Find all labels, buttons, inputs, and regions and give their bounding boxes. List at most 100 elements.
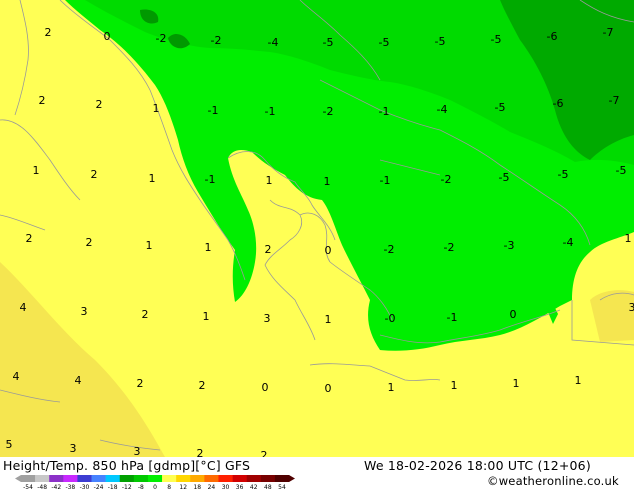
- color-scale-swatch: [133, 475, 149, 482]
- color-scale-tick: 24: [208, 484, 216, 490]
- temperature-label: -2: [441, 173, 452, 186]
- credit-link[interactable]: ©weatheronline.co.uk: [487, 474, 619, 488]
- temperature-label: 3: [629, 301, 634, 314]
- color-scale-bar: -54 -48 -42 -38 -30 -24 -18 -12 -8 0 8 12 18 24 30 36 42…: [15, 475, 295, 490]
- temperature-label: -5: [558, 168, 569, 181]
- temperature-label: 1: [388, 381, 395, 394]
- color-scale-tick: 30: [222, 484, 230, 490]
- temperature-label: -2: [444, 241, 455, 254]
- temperature-label: 1: [625, 232, 632, 245]
- color-scale-tick: -24: [94, 484, 104, 490]
- temperature-label: -6: [547, 30, 558, 43]
- color-scale-swatch: [35, 475, 50, 482]
- color-scale-tick: -18: [108, 484, 118, 490]
- temperature-label: 3: [134, 445, 141, 457]
- temperature-label: -5: [379, 36, 390, 49]
- color-scale-swatch: [105, 475, 121, 482]
- color-scale-swatch: [218, 475, 233, 482]
- temperature-label: 0: [325, 382, 332, 395]
- temperature-label: -2: [384, 243, 395, 256]
- temperature-label: 1: [325, 313, 332, 326]
- temperature-label: -7: [609, 94, 620, 107]
- color-scale-tick: -8: [138, 484, 144, 490]
- color-scale-tick: 0: [153, 484, 157, 490]
- temperature-label: -5: [495, 101, 506, 114]
- temperature-label: -4: [437, 103, 448, 116]
- color-scale-tick: 54: [278, 484, 286, 490]
- temperature-label: 1: [451, 379, 458, 392]
- temperature-label: -5: [616, 164, 627, 177]
- color-scale-swatch: [232, 475, 247, 482]
- temperature-label: 1: [205, 241, 212, 254]
- temperature-label: -7: [603, 26, 614, 39]
- temperature-label: 3: [81, 305, 88, 318]
- temperature-label: 2: [199, 379, 206, 392]
- temperature-label: -1: [379, 105, 390, 118]
- color-scale-swatch: [49, 475, 64, 482]
- color-scale-swatch: [91, 475, 106, 482]
- temperature-label: 4: [13, 370, 20, 383]
- temperature-label: 2: [96, 98, 103, 111]
- temperature-label: -2: [211, 34, 222, 47]
- temperature-label: 2: [197, 447, 204, 457]
- color-scale-tick: 12: [179, 484, 187, 490]
- temperature-label: -1: [205, 173, 216, 186]
- temperature-label: -4: [268, 36, 279, 49]
- temperature-label: 2: [142, 308, 149, 321]
- color-scale-swatch: [260, 475, 276, 482]
- temperature-label: 3: [70, 442, 77, 455]
- temperature-label: 2: [86, 236, 93, 249]
- color-scale-swatch: [162, 475, 177, 482]
- scale-arrow-left: [15, 475, 21, 482]
- temperature-label: 2: [261, 449, 268, 457]
- temperature-label: -4: [563, 236, 574, 249]
- color-scale-swatch: [63, 475, 78, 482]
- color-scale-tick: -30: [80, 484, 90, 490]
- temperature-label: -5: [499, 171, 510, 184]
- temperature-label: -2: [156, 32, 167, 45]
- color-scale-tick: -12: [122, 484, 132, 490]
- temperature-label: 3: [264, 312, 271, 325]
- temperature-label: 2: [91, 168, 98, 181]
- color-scale-swatch: [176, 475, 191, 482]
- temperature-label: -2: [323, 105, 334, 118]
- temperature-label: 2: [45, 26, 52, 39]
- color-scale-swatch: [21, 475, 36, 482]
- color-scale-swatch: [246, 475, 262, 482]
- color-scale-tick: 8: [167, 484, 171, 490]
- color-scale-swatch: [77, 475, 92, 482]
- temperature-label: 5: [6, 438, 13, 451]
- color-scale-swatch: [190, 475, 205, 482]
- temperature-label: 1: [146, 239, 153, 252]
- temperature-label: 1: [324, 175, 331, 188]
- footer-bar: Height/Temp. 850 hPa [gdmp][°C] GFS We 1…: [0, 457, 634, 490]
- color-scale-tick: -42: [51, 484, 61, 490]
- temperature-label: -5: [435, 35, 446, 48]
- temperature-label: 1: [153, 102, 160, 115]
- temperature-label: 4: [20, 301, 27, 314]
- weather-map-view: 2 0 -2 -2 -4 -5 -5 -5 -5 -6 -7 2 2 1 -1 -1 -2 -1 -4 -5 -6 -7 1…: [0, 0, 634, 490]
- temperature-label: 1: [513, 377, 520, 390]
- temperature-label: 0: [262, 381, 269, 394]
- color-scale-swatch: [119, 475, 135, 482]
- color-scale-swatch: [147, 475, 163, 482]
- color-scale-tick: -48: [37, 484, 47, 490]
- temperature-label: -1: [265, 105, 276, 118]
- color-scale-tick: 42: [250, 484, 258, 490]
- temperature-label: 1: [575, 374, 582, 387]
- color-scale-swatch: [204, 475, 219, 482]
- map-title: Height/Temp. 850 hPa [gdmp][°C] GFS: [3, 458, 251, 473]
- color-scale-tick: 18: [193, 484, 201, 490]
- temperature-label: -3: [504, 239, 515, 252]
- color-scale-tick: 48: [264, 484, 272, 490]
- temperature-label: 1: [266, 174, 273, 187]
- temperature-label: 1: [33, 164, 40, 177]
- temperature-label: 4: [75, 374, 82, 387]
- color-scale-swatch: [274, 475, 290, 482]
- temperature-label: 2: [265, 243, 272, 256]
- temperature-label: -1: [380, 174, 391, 187]
- temperature-label: 0: [325, 244, 332, 257]
- temperature-label: -5: [323, 36, 334, 49]
- temperature-label: 1: [149, 172, 156, 185]
- temperature-map: 2 0 -2 -2 -4 -5 -5 -5 -5 -6 -7 2 2 1 -1 -1 -2 -1 -4 -5 -6 -7 1…: [0, 0, 634, 457]
